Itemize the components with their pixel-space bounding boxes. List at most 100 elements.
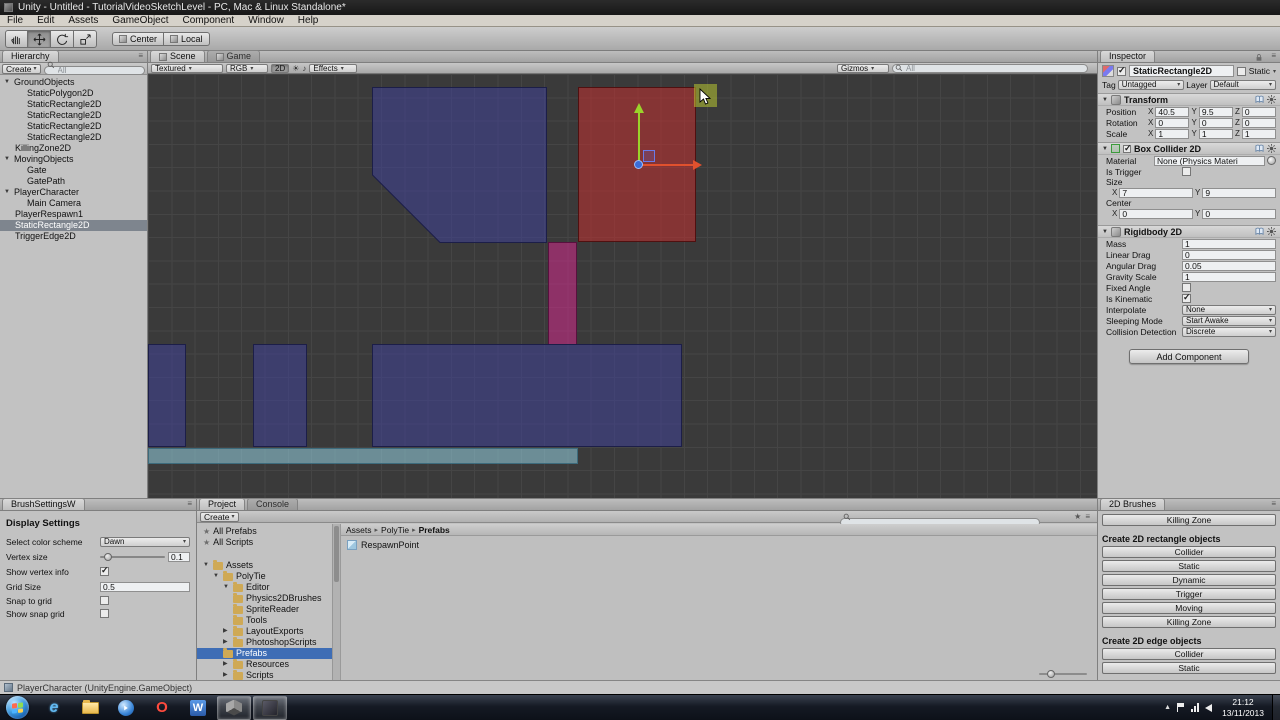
move-tool-button[interactable] (28, 30, 51, 48)
foldout-icon[interactable]: ▼ (1102, 146, 1108, 152)
gear-icon[interactable] (1267, 95, 1276, 104)
menu-edit[interactable]: Edit (30, 15, 61, 27)
gear-icon[interactable] (1267, 144, 1276, 153)
transform-component-header[interactable]: ▼ Transform (1098, 93, 1280, 106)
killing-zone-button[interactable]: Killing Zone (1102, 514, 1276, 526)
size-x-field[interactable]: 7 (1119, 188, 1193, 198)
foldout-icon[interactable]: ▼ (1102, 97, 1108, 103)
folder-item[interactable]: ▶PhotoshopScripts (197, 637, 332, 648)
gizmo-x-axis[interactable] (640, 164, 693, 166)
create-dropdown[interactable]: Create (2, 64, 41, 74)
pivot-local-button[interactable]: Local (164, 32, 210, 46)
slider-thumb[interactable] (1047, 670, 1055, 678)
snap-to-grid-checkbox[interactable] (100, 596, 109, 605)
hierarchy-item[interactable]: Main Camera (0, 198, 147, 209)
gizmo-x-arrowhead[interactable] (693, 160, 702, 170)
collision-detection-dropdown[interactable]: Discrete (1182, 327, 1276, 337)
help-book-icon[interactable] (1255, 95, 1264, 104)
material-field[interactable]: None (Physics Materi (1154, 156, 1265, 166)
rect-killing-zone-button[interactable]: Killing Zone (1102, 616, 1276, 628)
tab-project[interactable]: Project (199, 498, 245, 510)
lighting-icon[interactable]: ☀ (292, 64, 299, 73)
pivot-center-button[interactable]: Center (112, 32, 164, 46)
panel-menu-icon[interactable]: ≡ (1267, 50, 1280, 62)
foldout-icon[interactable]: ▼ (1102, 229, 1108, 235)
panel-menu-icon[interactable]: ≡ (1085, 512, 1090, 521)
add-component-button[interactable]: Add Component (1129, 349, 1249, 364)
hierarchy-item[interactable]: StaticRectangle2D (0, 99, 147, 110)
scale-x-field[interactable]: 1 (1155, 129, 1189, 139)
scene-canvas[interactable] (148, 74, 1097, 498)
show-hidden-icons-icon[interactable]: ▲ (1164, 704, 1171, 711)
mass-field[interactable]: 1 (1182, 239, 1276, 249)
rotation-z-field[interactable]: 0 (1242, 118, 1276, 128)
foldout-icon[interactable]: ▼ (223, 582, 230, 593)
help-book-icon[interactable] (1255, 227, 1264, 236)
edge-collider-button[interactable]: Collider (1102, 648, 1276, 660)
effects-dropdown[interactable]: Effects (309, 64, 357, 73)
menu-component[interactable]: Component (176, 15, 242, 27)
rigidbody-component-header[interactable]: ▼ Rigidbody 2D (1098, 225, 1280, 238)
start-button[interactable] (6, 696, 29, 719)
rect-static-button[interactable]: Static (1102, 560, 1276, 572)
color-scheme-dropdown[interactable]: Dawn (100, 537, 190, 547)
scene-object-blue-polygon[interactable] (372, 87, 547, 243)
folder-item[interactable]: Tools (197, 615, 332, 626)
layer-dropdown[interactable]: Default (1210, 80, 1277, 90)
position-z-field[interactable]: 0 (1242, 107, 1276, 117)
center-y-field[interactable]: 0 (1202, 209, 1276, 219)
hierarchy-item[interactable]: Gate (0, 165, 147, 176)
gizmo-plane-handle[interactable] (643, 150, 655, 162)
foldout-icon[interactable]: ▼ (4, 77, 12, 88)
help-book-icon[interactable] (1255, 144, 1264, 153)
scale-z-field[interactable]: 1 (1242, 129, 1276, 139)
scene-object-blue-rectangle[interactable] (372, 344, 682, 447)
folder-item[interactable]: ▼Editor (197, 582, 332, 593)
box-collider-component-header[interactable]: ▼ Box Collider 2D (1098, 142, 1280, 155)
show-vertex-info-checkbox[interactable] (100, 567, 109, 576)
rect-trigger-button[interactable]: Trigger (1102, 588, 1276, 600)
size-y-field[interactable]: 9 (1202, 188, 1276, 198)
is-kinematic-checkbox[interactable] (1182, 294, 1191, 303)
vertex-size-slider[interactable] (100, 556, 165, 558)
sleeping-mode-dropdown[interactable]: Start Awake (1182, 316, 1276, 326)
hand-tool-button[interactable] (5, 30, 28, 48)
folder-item[interactable]: ▼PolyTie (197, 571, 332, 582)
scene-object-cyan-edge[interactable] (148, 448, 578, 464)
fixed-angle-checkbox[interactable] (1182, 283, 1191, 292)
internet-explorer-icon[interactable]: e (37, 696, 71, 720)
show-snap-grid-checkbox[interactable] (100, 609, 109, 618)
tag-dropdown[interactable]: Untagged (1118, 80, 1185, 90)
audio-icon[interactable]: ♪ (302, 64, 306, 73)
gizmo-center-handle[interactable] (634, 160, 643, 169)
unity-taskbar-icon[interactable] (217, 696, 251, 720)
slider-thumb[interactable] (104, 553, 112, 561)
rotation-y-field[interactable]: 0 (1199, 118, 1233, 128)
folder-item[interactable]: ▶Scripts (197, 670, 332, 680)
taskbar-clock[interactable]: 21:12 13/11/2013 (1218, 697, 1272, 718)
hierarchy-item[interactable]: GatePath (0, 176, 147, 187)
foldout-icon[interactable]: ▼ (213, 571, 220, 582)
linear-drag-field[interactable]: 0 (1182, 250, 1276, 260)
panel-menu-icon[interactable]: ≡ (183, 498, 196, 510)
hierarchy-item[interactable]: KillingZone2D (0, 143, 147, 154)
favorite-item[interactable]: ★All Prefabs (197, 526, 332, 537)
file-explorer-icon[interactable] (73, 696, 107, 720)
render-mode-dropdown[interactable]: RGB (226, 64, 268, 73)
tab-inspector[interactable]: Inspector (1100, 50, 1155, 62)
thumbnail-zoom-slider[interactable] (1039, 673, 1087, 675)
menu-file[interactable]: File (0, 15, 30, 27)
scrollbar-thumb[interactable] (334, 526, 339, 582)
scale-tool-button[interactable] (74, 30, 97, 48)
hierarchy-item[interactable]: StaticRectangle2D (0, 121, 147, 132)
tab-console[interactable]: Console (247, 498, 298, 510)
breadcrumb-item[interactable]: Assets (346, 525, 372, 535)
scene-object-magenta-rectangle[interactable] (548, 242, 577, 345)
folder-item[interactable]: ▶Resources (197, 659, 332, 670)
folder-item[interactable]: Physics2DBrushes (197, 593, 332, 604)
hierarchy-item-selected[interactable]: StaticRectangle2D (0, 220, 147, 231)
create-dropdown[interactable]: Create (200, 512, 239, 522)
hierarchy-item[interactable]: StaticRectangle2D (0, 110, 147, 121)
favorite-item[interactable]: ★All Scripts (197, 537, 332, 548)
angular-drag-field[interactable]: 0.05 (1182, 261, 1276, 271)
